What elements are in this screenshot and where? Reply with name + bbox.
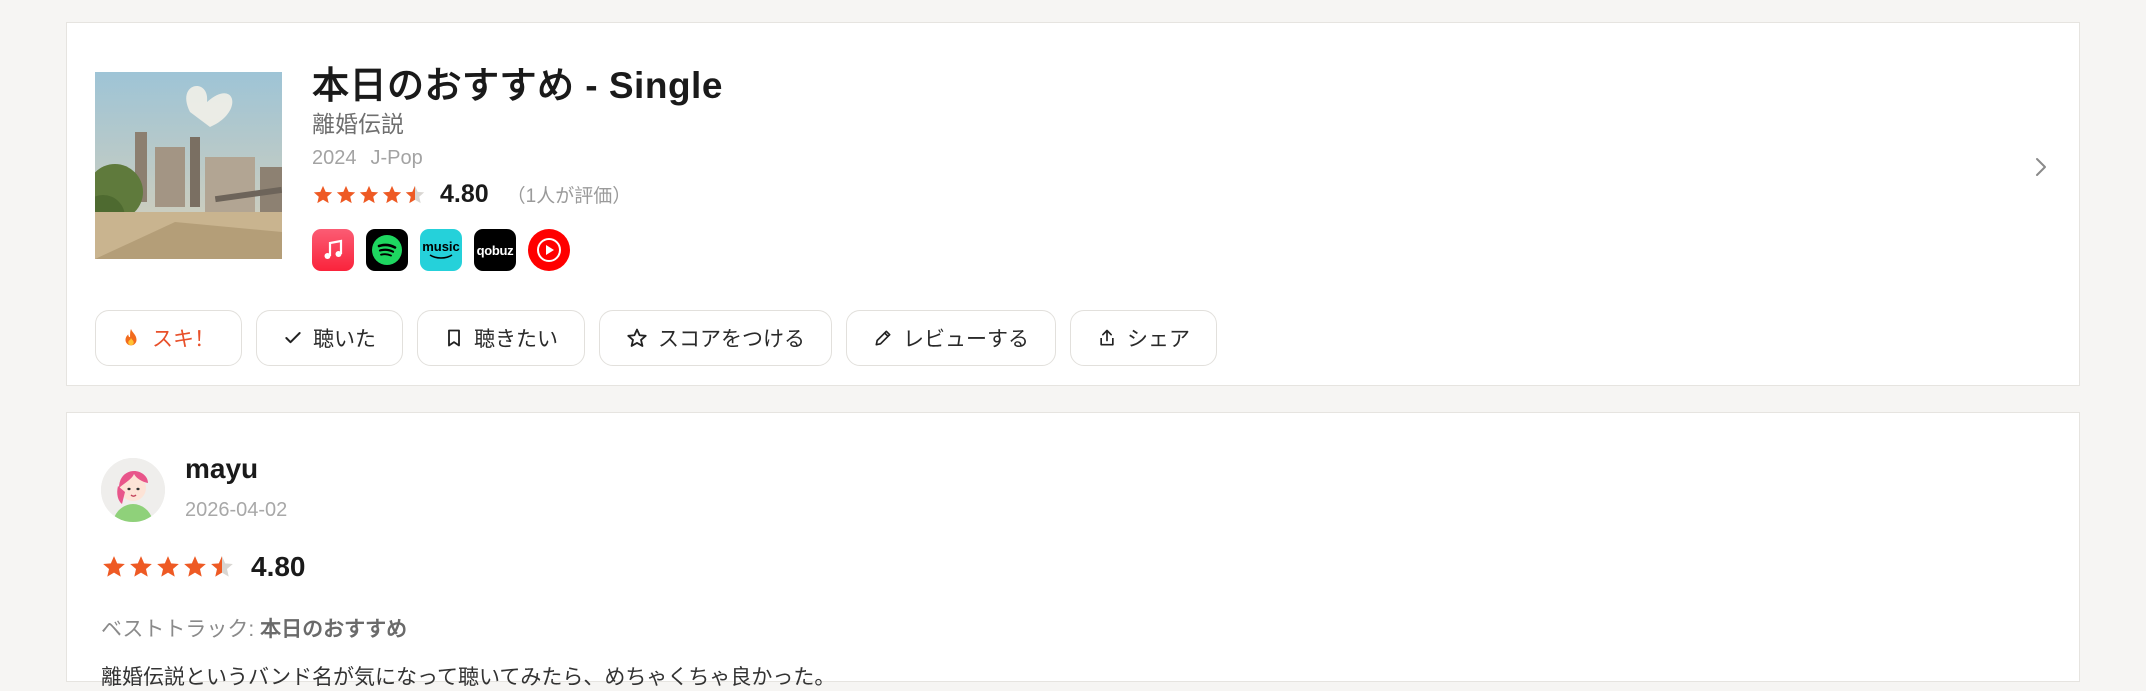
apple-music-link[interactable] <box>312 229 354 271</box>
best-track-label: ベストトラック: <box>101 618 261 641</box>
best-track: ベストトラック: 本日のおすすめ <box>101 613 407 643</box>
fire-icon <box>125 328 137 346</box>
want-to-listen-button[interactable]: 聴きたい <box>417 310 585 366</box>
youtube-music-icon <box>537 238 561 262</box>
star-icon <box>184 556 206 577</box>
best-track-title[interactable]: 本日のおすすめ <box>260 618 407 641</box>
share-button[interactable]: シェア <box>1070 310 1217 366</box>
pencil-icon <box>875 330 891 346</box>
check-icon <box>285 332 301 344</box>
star-rating <box>312 184 426 206</box>
star-icon <box>336 185 356 203</box>
spotify-link[interactable] <box>366 229 408 271</box>
album-rating: 4.80 （1人が評価） <box>312 180 631 209</box>
review-card[interactable]: mayu 2026-04-02 4.80 ベストトラック: 本日のおすすめ 離婚… <box>66 412 2080 689</box>
want-to-listen-label: 聴きたい <box>474 328 558 351</box>
rating-score: 4.80 <box>440 180 489 208</box>
album-cover <box>95 72 282 259</box>
music-note-icon <box>324 239 343 259</box>
listened-button[interactable]: 聴いた <box>256 310 403 366</box>
release-year: 2024 <box>312 147 357 169</box>
streaming-services: music qobuz <box>312 229 570 271</box>
genre[interactable]: J-Pop <box>371 147 423 169</box>
star-icon <box>313 185 333 203</box>
artist-name[interactable]: 離婚伝説 <box>312 105 404 139</box>
album-card[interactable]: 本日のおすすめ - Single 離婚伝説 2024 J-Pop 4.80 （1人… <box>66 22 2080 386</box>
write-review-button[interactable]: レビューする <box>846 310 1056 366</box>
listened-label: 聴いた <box>313 328 376 351</box>
amazon-music-label: music <box>422 238 460 254</box>
chevron-right-icon[interactable] <box>2033 155 2049 179</box>
review-rating: 4.80 <box>101 551 306 583</box>
share-label: シェア <box>1127 328 1190 351</box>
qobuz-link[interactable]: qobuz <box>474 229 516 271</box>
write-review-label: レビューする <box>903 328 1029 351</box>
star-outline-icon <box>627 328 647 347</box>
star-icon <box>103 556 125 577</box>
bookmark-icon <box>448 329 460 347</box>
album-actions: スキ！ 聴いた 聴きたい スコアをつける レビューする シェア <box>95 310 1217 366</box>
like-button[interactable]: スキ！ <box>95 310 242 366</box>
review-score: 4.80 <box>251 551 306 582</box>
star-icon <box>130 556 152 577</box>
add-score-button[interactable]: スコアをつける <box>599 310 832 366</box>
reviewer-name[interactable]: mayu <box>185 453 258 485</box>
qobuz-label: qobuz <box>476 242 514 258</box>
star-icon <box>157 556 179 577</box>
rating-count: （1人が評価） <box>506 186 632 207</box>
star-icon <box>359 185 379 203</box>
amazon-music-link[interactable]: music <box>420 229 462 271</box>
half-star-icon <box>405 185 425 203</box>
star-icon <box>382 185 402 203</box>
avatar[interactable] <box>101 458 165 522</box>
amazon-smile-icon <box>429 253 453 259</box>
share-icon <box>1100 329 1114 346</box>
half-star-icon <box>211 556 233 577</box>
youtube-music-link[interactable] <box>528 229 570 271</box>
like-label: スキ！ <box>152 328 215 351</box>
album-meta: 2024 J-Pop <box>312 147 423 170</box>
review-date: 2026-04-02 <box>185 499 288 521</box>
add-score-label: スコアをつける <box>658 328 805 351</box>
album-title: 本日のおすすめ - Single <box>312 65 723 106</box>
spotify-icon <box>372 235 402 265</box>
star-rating <box>101 554 235 580</box>
